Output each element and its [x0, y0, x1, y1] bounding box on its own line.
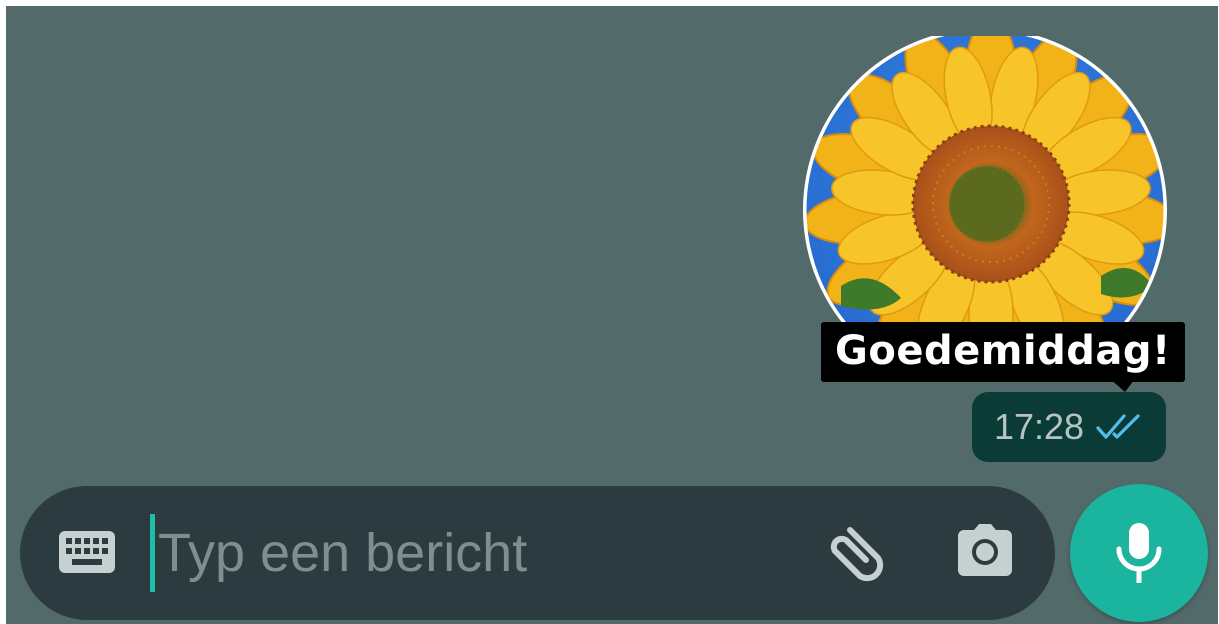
message-timestamp-bubble: 17:28 — [972, 392, 1166, 462]
microphone-icon — [1116, 523, 1162, 583]
message-composer — [20, 486, 1055, 620]
message-input[interactable] — [158, 514, 798, 592]
chat-screen: Goedemiddag! 17:28 — [6, 6, 1218, 624]
sunflower-sticker[interactable]: Goedemiddag! — [801, 36, 1185, 392]
message-time: 17:28 — [993, 406, 1085, 447]
sticker-caption: Goedemiddag! — [821, 322, 1185, 382]
sunflower-image — [803, 36, 1167, 336]
paperclip-icon[interactable] — [820, 520, 886, 591]
keyboard-icon[interactable] — [58, 530, 116, 579]
double-check-read-icon — [1096, 414, 1140, 439]
camera-icon[interactable] — [954, 522, 1016, 583]
text-caret — [150, 514, 155, 592]
voice-record-button[interactable] — [1070, 484, 1208, 622]
